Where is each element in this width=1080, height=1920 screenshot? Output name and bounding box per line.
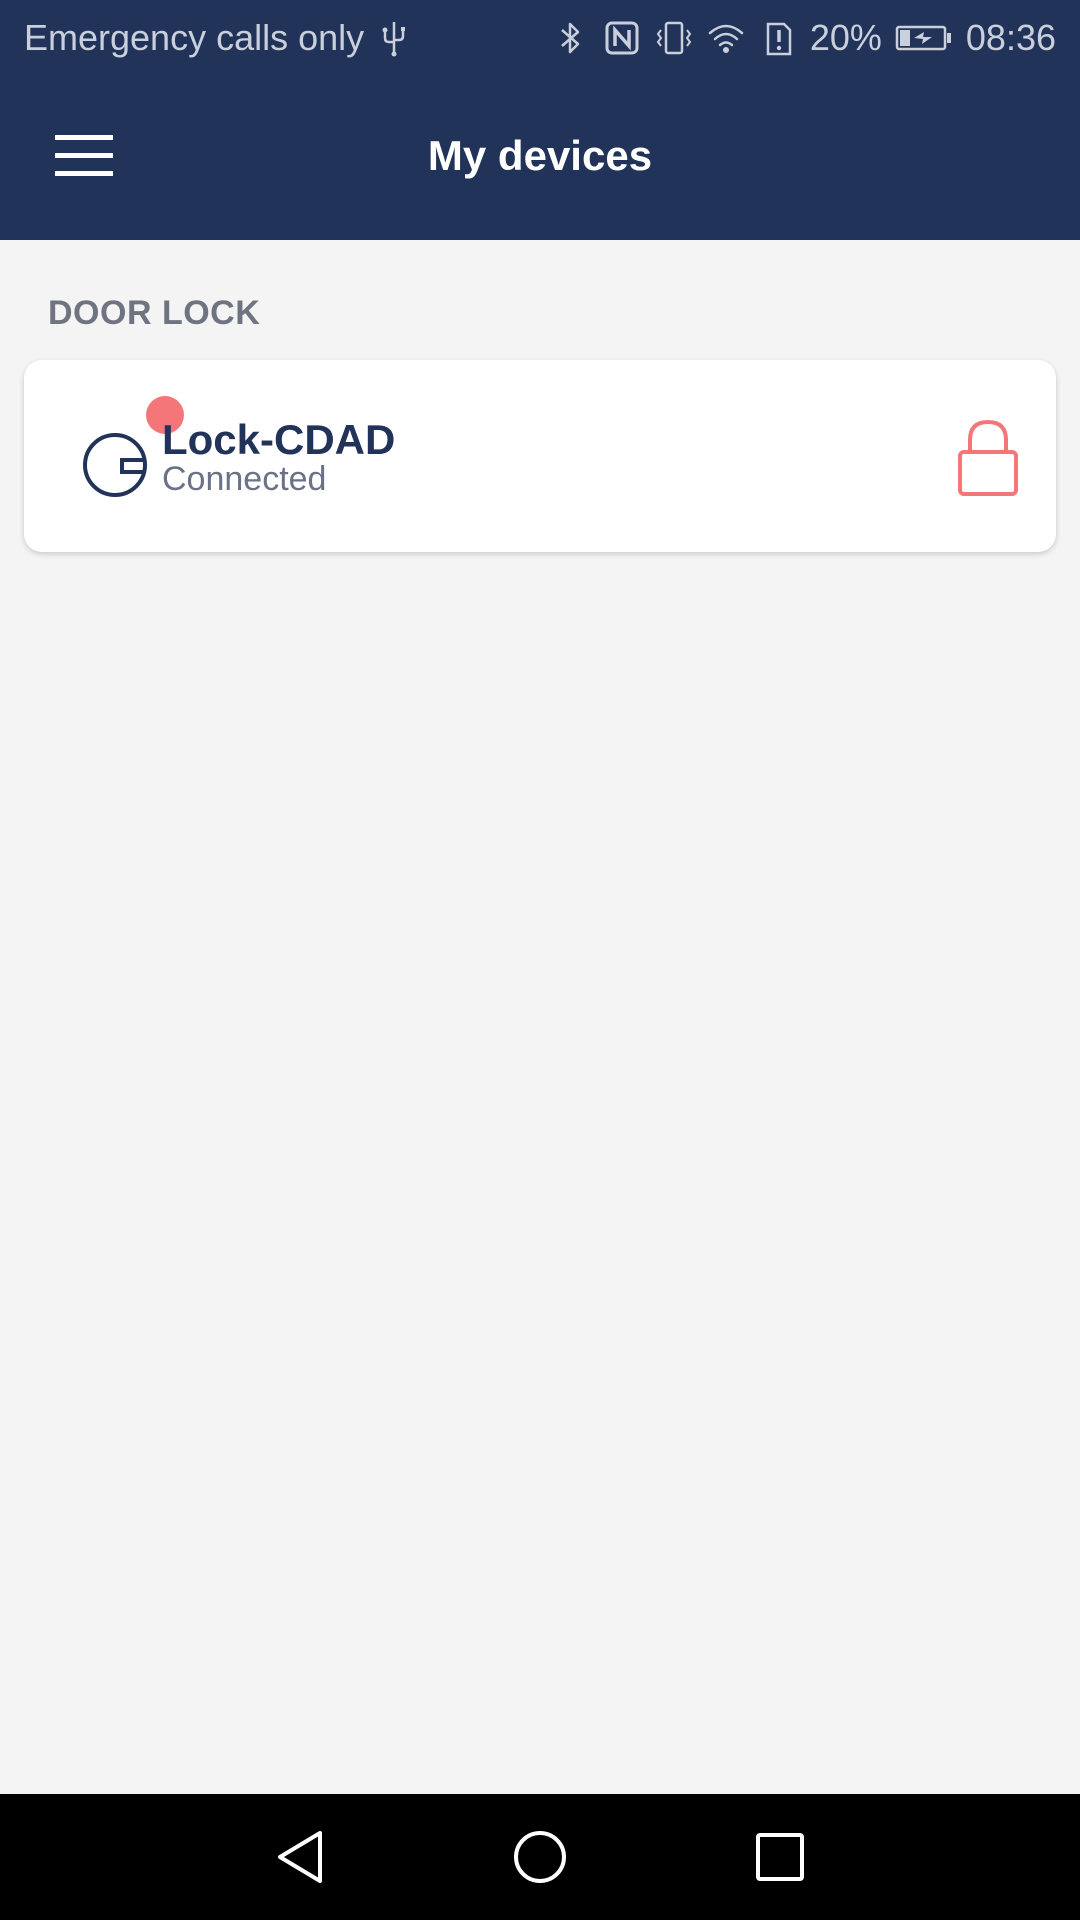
wifi-icon [706, 18, 746, 58]
home-button[interactable] [510, 1827, 570, 1887]
status-right: 20% 08:36 [550, 17, 1056, 59]
device-card[interactable]: Lock-CDAD Connected [24, 360, 1056, 552]
device-name: Lock-CDAD [162, 416, 396, 463]
clock: 08:36 [965, 17, 1056, 58]
padlock-icon [958, 419, 1018, 496]
status-bar: Emergency calls only 20% 08:36 [0, 0, 1080, 76]
battery-alert-icon [758, 18, 798, 58]
lock-button[interactable] [956, 418, 1020, 498]
carrier-text: Emergency calls only [24, 17, 365, 58]
vibrate-icon [654, 18, 694, 58]
back-icon [278, 1831, 322, 1883]
bluetooth-icon [550, 18, 590, 58]
usb-icon [374, 18, 414, 58]
status-left: Emergency calls only [24, 17, 414, 59]
battery-charging-icon [894, 18, 954, 58]
section-header: DOOR LOCK [48, 294, 261, 332]
back-button[interactable] [270, 1827, 330, 1887]
nfc-icon [602, 18, 642, 58]
battery-percent: 20% [809, 17, 882, 58]
door-lock-device-icon [83, 433, 147, 497]
page-title: My devices [427, 132, 653, 179]
recents-button[interactable] [750, 1827, 810, 1887]
device-status: Connected [162, 460, 327, 498]
app-bar: My devices [0, 76, 1080, 240]
home-icon [514, 1831, 566, 1883]
nav-bar [0, 1794, 1080, 1920]
recents-icon [756, 1833, 804, 1881]
